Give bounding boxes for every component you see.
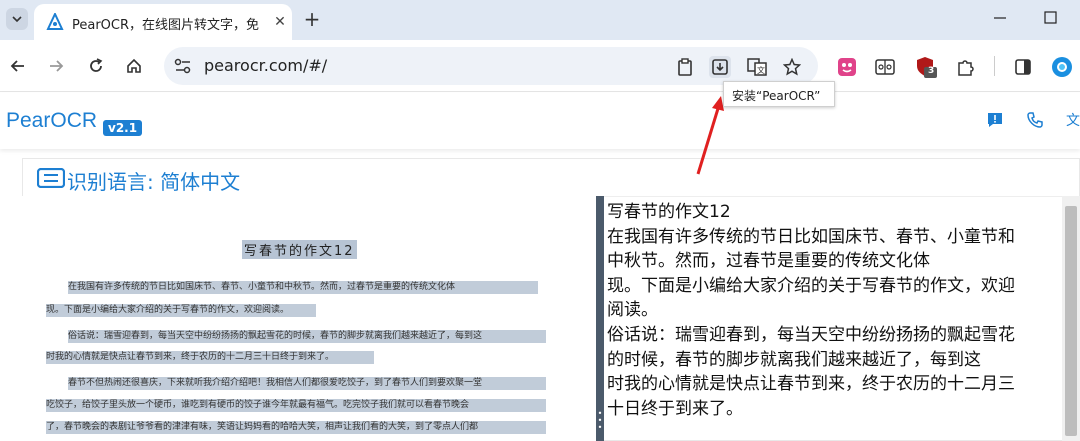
- result-line: 的时候，春节的脚步就离我们越来越近了，每到这: [607, 349, 981, 370]
- result-line: 时我的心情就是快点让春节到来，终于农历的十二月三: [607, 374, 1015, 395]
- site-settings-icon[interactable]: [174, 58, 192, 74]
- reader-extension-icon[interactable]: [874, 56, 896, 78]
- feedback-icon[interactable]: [986, 111, 1004, 129]
- svg-text:文: 文: [757, 65, 765, 75]
- home-icon: [127, 58, 141, 73]
- app-header: PearOCR v2.1 文: [0, 93, 1080, 149]
- result-line: 现。下面是小编给大家介绍的关于写春节的作文，欢迎: [607, 275, 1015, 296]
- result-line: 中秋节。然而，过春节是重要的传统文化体: [607, 251, 930, 272]
- extensions-puzzle-icon[interactable]: [954, 56, 976, 78]
- svg-text:文: 文: [1066, 113, 1080, 129]
- scan-line: 春节不但热闹还很喜庆，下来就听我介绍介绍吧！我相信人们都很爱吃饺子，到了春节人们…: [68, 377, 546, 390]
- url-text[interactable]: pearocr.com/#/: [204, 56, 327, 75]
- result-line: 十日终于到来了。: [607, 398, 743, 419]
- result-line: 写春节的作文12: [607, 202, 731, 222]
- install-tooltip: 安装“PearOCR”: [723, 81, 835, 107]
- new-tab-button[interactable]: +: [300, 8, 324, 32]
- close-tab-icon[interactable]: ✕: [270, 12, 290, 32]
- install-app-icon[interactable]: [709, 56, 731, 78]
- back-button[interactable]: [6, 54, 30, 78]
- arrow-right-icon: [50, 60, 64, 72]
- result-scrollbar[interactable]: [1062, 196, 1080, 441]
- language-switch-icon[interactable]: 文: [1066, 111, 1080, 129]
- scan-line: 了，春节晚会的表剧让爷爷看的津津有味，笑语让妈妈看的哈哈大笑，相声让我们看的大笑…: [46, 421, 546, 434]
- browser-tab-strip: PearOCR，在线图片转文字，免 ✕ +: [0, 0, 1080, 40]
- scan-line: 吃饺子，给饺子里头放一个硬币，谁吃到有硬币的饺子谁今年就最有福气。吃完饺子我们就…: [46, 399, 546, 412]
- profile-avatar-icon[interactable]: [1051, 56, 1073, 78]
- result-line: 在我国有许多传统的节日比如国床节、春节、小童节和: [607, 226, 1015, 247]
- forward-button[interactable]: [44, 54, 68, 78]
- keyboard-icon: [37, 168, 65, 188]
- result-line: 俗话说：瑞雪迎春到，每当天空中纷纷扬扬的飘起雪花: [607, 324, 1015, 345]
- extension-pink-icon[interactable]: [836, 56, 858, 78]
- extension-badge: 3: [928, 66, 935, 76]
- panel-splitter[interactable]: [596, 196, 604, 441]
- scan-line: 在我国有许多传统的节日比如国床节、春节、小童节和中秋节。然而，过春节是重要的传统…: [68, 281, 538, 294]
- scrollbar-thumb[interactable]: [1065, 206, 1077, 436]
- version-badge: v2.1: [103, 120, 143, 136]
- pearocr-favicon-icon: [46, 13, 64, 30]
- scan-line: 俗话说：瑞雪迎春到，每当天空中纷纷扬扬的飘起雪花的时候，春节的脚步就离我们越来越…: [68, 330, 546, 343]
- clipboard-icon[interactable]: [674, 56, 696, 78]
- source-image-preview: 写春节的作文12 在我国有许多传统的节日比如国床节、春节、小童节和中秋节。然而，…: [22, 196, 596, 441]
- splitter-handle-icon[interactable]: • • •: [597, 410, 603, 432]
- scan-line: 现。下面是小编给大家介绍的关于写春节的作文，欢迎阅读。: [46, 304, 316, 317]
- recognized-text-area[interactable]: 写春节的作文12 在我国有许多传统的节日比如国床节、春节、小童节和 中秋节。然而…: [604, 196, 1060, 441]
- brand-logo[interactable]: PearOCR: [6, 109, 97, 133]
- toolbar-divider: [994, 56, 995, 76]
- tab-title: PearOCR，在线图片转文字，免: [72, 18, 260, 33]
- translate-icon[interactable]: 文: [746, 56, 768, 78]
- tab-search-button[interactable]: [6, 8, 28, 30]
- reload-button[interactable]: [84, 54, 108, 78]
- active-tab[interactable]: PearOCR，在线图片转文字，免 ✕: [34, 4, 292, 40]
- maximize-icon[interactable]: [1040, 8, 1062, 28]
- chevron-down-icon: [12, 16, 22, 23]
- address-bar[interactable]: pearocr.com/#/ 文: [164, 47, 818, 85]
- bookmark-star-icon[interactable]: [781, 56, 803, 78]
- reload-icon: [90, 58, 103, 72]
- browser-toolbar: pearocr.com/#/ 文 3: [0, 40, 1080, 92]
- phone-icon[interactable]: [1026, 111, 1044, 129]
- home-button[interactable]: [122, 54, 146, 78]
- recognition-language-label[interactable]: 识别语言: 简体中文: [67, 166, 240, 195]
- side-panel-icon[interactable]: [1012, 56, 1034, 78]
- minimize-icon[interactable]: [988, 8, 1012, 28]
- scan-line: 时我的心情就是快点让春节到来，终于农历的十二月三十日终于到来了。: [46, 351, 374, 364]
- result-line: 阅读。: [607, 300, 658, 321]
- scan-title: 写春节的作文12: [242, 240, 357, 259]
- arrow-left-icon: [10, 60, 24, 72]
- language-bar: 识别语言: 简体中文: [23, 159, 1080, 197]
- shield-extension-icon[interactable]: 3: [915, 56, 937, 78]
